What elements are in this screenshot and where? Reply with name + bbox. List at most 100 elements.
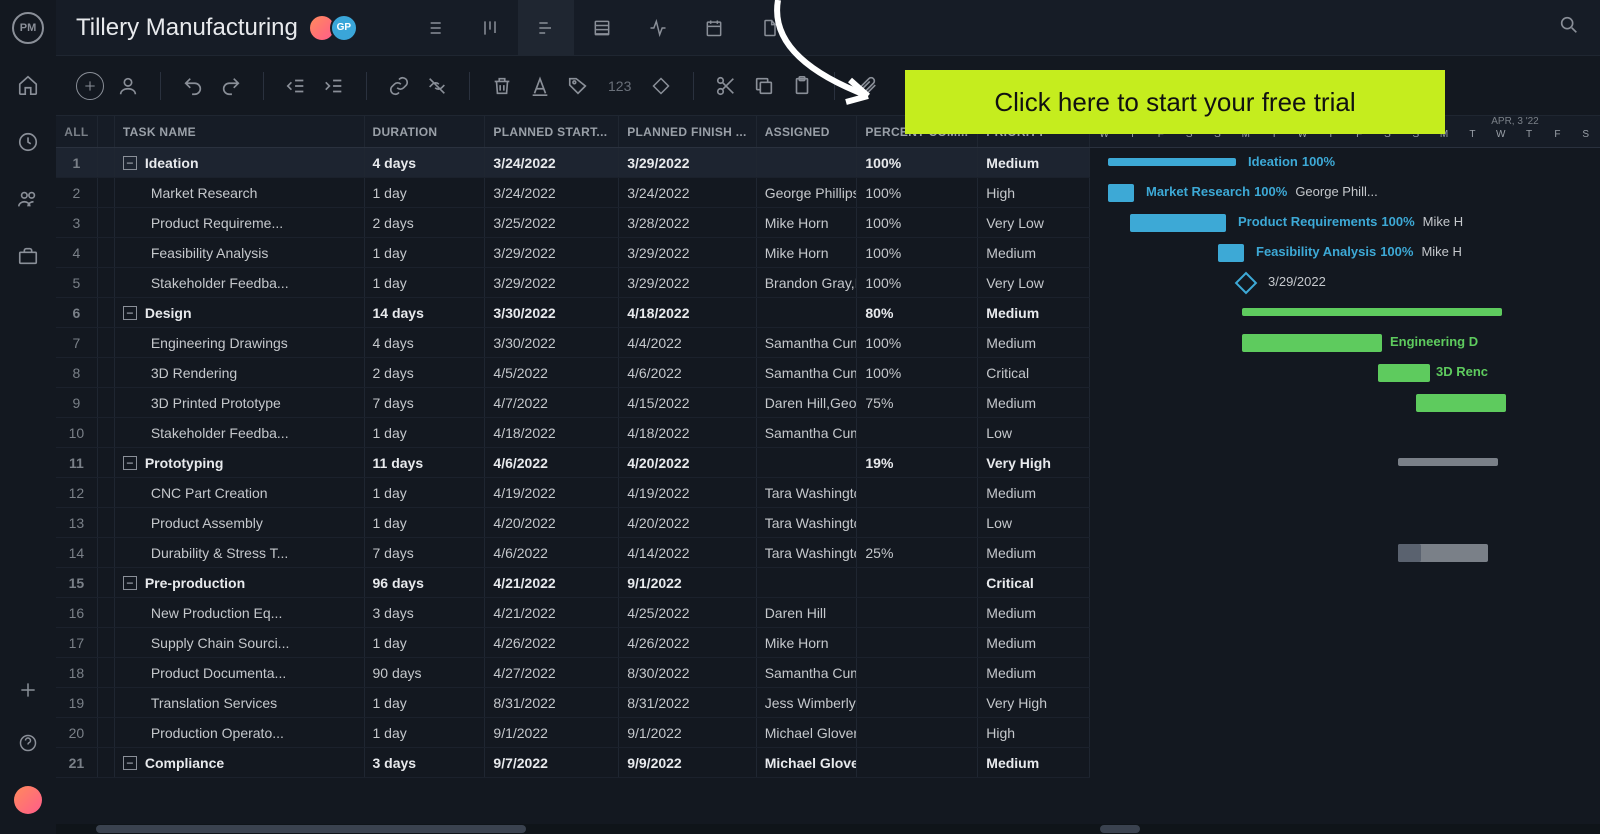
gantt-row[interactable] (1090, 598, 1600, 628)
priority-cell[interactable]: Medium (978, 538, 1090, 567)
gantt-row[interactable] (1090, 628, 1600, 658)
list-view-icon[interactable] (406, 0, 462, 56)
start-cell[interactable]: 4/5/2022 (485, 358, 619, 387)
priority-cell[interactable]: Medium (978, 298, 1090, 327)
start-cell[interactable]: 4/26/2022 (485, 628, 619, 657)
duration-cell[interactable]: 1 day (365, 268, 486, 297)
priority-cell[interactable]: Medium (978, 148, 1090, 177)
duration-cell[interactable]: 2 days (365, 208, 486, 237)
finish-cell[interactable]: 4/14/2022 (619, 538, 756, 567)
start-cell[interactable]: 4/20/2022 (485, 508, 619, 537)
gantt-bar[interactable] (1108, 184, 1134, 202)
duration-cell[interactable]: 1 day (365, 508, 486, 537)
task-name-cell[interactable]: Engineering Drawings (115, 328, 365, 357)
start-cell[interactable]: 3/29/2022 (485, 238, 619, 267)
percent-cell[interactable]: 19% (857, 448, 978, 477)
priority-cell[interactable]: Very High (978, 448, 1090, 477)
task-name-cell[interactable]: −Ideation (115, 148, 365, 177)
start-cell[interactable]: 9/7/2022 (485, 748, 619, 777)
duration-cell[interactable]: 1 day (365, 628, 486, 657)
assigned-cell[interactable]: Tara Washingto (757, 538, 858, 567)
gantt-row[interactable]: Feasibility Analysis100%Mike H (1090, 238, 1600, 268)
start-cell[interactable]: 4/6/2022 (485, 538, 619, 567)
clock-icon[interactable] (17, 131, 39, 158)
finish-cell[interactable]: 9/9/2022 (619, 748, 756, 777)
start-cell[interactable]: 4/27/2022 (485, 658, 619, 687)
col-assigned[interactable]: ASSIGNED (757, 116, 858, 147)
percent-cell[interactable]: 100% (857, 208, 978, 237)
task-row[interactable]: 14Durability & Stress T...7 days4/6/2022… (56, 538, 1090, 568)
start-cell[interactable]: 4/21/2022 (485, 568, 619, 597)
gantt-row[interactable] (1090, 478, 1600, 508)
gantt-row[interactable] (1090, 538, 1600, 568)
link-icon[interactable] (385, 72, 413, 100)
percent-cell[interactable]: 100% (857, 358, 978, 387)
duration-cell[interactable]: 14 days (365, 298, 486, 327)
start-cell[interactable]: 4/6/2022 (485, 448, 619, 477)
task-row[interactable]: 4Feasibility Analysis1 day3/29/20223/29/… (56, 238, 1090, 268)
priority-cell[interactable]: Critical (978, 568, 1090, 597)
task-name-cell[interactable]: −Design (115, 298, 365, 327)
finish-cell[interactable]: 3/29/2022 (619, 148, 756, 177)
task-name-cell[interactable]: Stakeholder Feedba... (115, 268, 365, 297)
task-row[interactable]: 1−Ideation4 days3/24/20223/29/2022100%Me… (56, 148, 1090, 178)
task-name-cell[interactable]: CNC Part Creation (115, 478, 365, 507)
finish-cell[interactable]: 9/1/2022 (619, 568, 756, 597)
gantt-row[interactable] (1090, 388, 1600, 418)
priority-cell[interactable]: High (978, 178, 1090, 207)
priority-cell[interactable]: Medium (978, 658, 1090, 687)
assigned-cell[interactable]: Tara Washingto (757, 478, 858, 507)
assigned-cell[interactable]: Samantha Cum (757, 418, 858, 447)
board-view-icon[interactable] (462, 0, 518, 56)
milestone-icon[interactable] (1235, 272, 1258, 295)
task-row[interactable]: 83D Rendering2 days4/5/20224/6/2022Saman… (56, 358, 1090, 388)
start-cell[interactable]: 4/7/2022 (485, 388, 619, 417)
task-row[interactable]: 21−Compliance3 days9/7/20229/9/2022Micha… (56, 748, 1090, 778)
task-row[interactable]: 93D Printed Prototype7 days4/7/20224/15/… (56, 388, 1090, 418)
task-row[interactable]: 7Engineering Drawings4 days3/30/20224/4/… (56, 328, 1090, 358)
percent-cell[interactable]: 100% (857, 328, 978, 357)
duration-cell[interactable]: 1 day (365, 418, 486, 447)
priority-cell[interactable]: Very High (978, 688, 1090, 717)
percent-cell[interactable]: 100% (857, 148, 978, 177)
finish-cell[interactable]: 3/29/2022 (619, 238, 756, 267)
task-row[interactable]: 3Product Requireme...2 days3/25/20223/28… (56, 208, 1090, 238)
gantt-row[interactable] (1090, 718, 1600, 748)
assigned-cell[interactable]: Daren Hill,Geor (757, 388, 858, 417)
outdent-icon[interactable] (282, 72, 310, 100)
gantt-row[interactable] (1090, 448, 1600, 478)
task-row[interactable]: 20Production Operato...1 day9/1/20229/1/… (56, 718, 1090, 748)
people-icon[interactable] (17, 188, 39, 215)
start-cell[interactable]: 3/25/2022 (485, 208, 619, 237)
task-row[interactable]: 15−Pre-production96 days4/21/20229/1/202… (56, 568, 1090, 598)
duration-cell[interactable]: 3 days (365, 748, 486, 777)
indent-icon[interactable] (320, 72, 348, 100)
finish-cell[interactable]: 4/18/2022 (619, 418, 756, 447)
finish-cell[interactable]: 3/29/2022 (619, 268, 756, 297)
diamond-icon[interactable] (647, 72, 675, 100)
priority-cell[interactable]: Medium (978, 328, 1090, 357)
gantt-bar[interactable] (1242, 308, 1502, 316)
duration-cell[interactable]: 7 days (365, 538, 486, 567)
finish-cell[interactable]: 4/6/2022 (619, 358, 756, 387)
collapse-toggle[interactable]: − (123, 456, 137, 470)
task-name-cell[interactable]: −Compliance (115, 748, 365, 777)
percent-cell[interactable] (857, 658, 978, 687)
finish-cell[interactable]: 4/26/2022 (619, 628, 756, 657)
finish-cell[interactable]: 4/15/2022 (619, 388, 756, 417)
gantt-row[interactable]: 3/29/2022 (1090, 268, 1600, 298)
duration-cell[interactable]: 11 days (365, 448, 486, 477)
task-name-cell[interactable]: Product Requireme... (115, 208, 365, 237)
free-trial-callout[interactable]: Click here to start your free trial (905, 70, 1445, 134)
priority-cell[interactable]: Low (978, 508, 1090, 537)
gantt-bar[interactable] (1108, 158, 1236, 166)
finish-cell[interactable]: 3/24/2022 (619, 178, 756, 207)
assigned-cell[interactable]: Samantha Cum (757, 658, 858, 687)
task-name-cell[interactable]: −Pre-production (115, 568, 365, 597)
assigned-cell[interactable]: Mike Horn (757, 628, 858, 657)
task-name-cell[interactable]: Product Assembly (115, 508, 365, 537)
sheet-view-icon[interactable] (574, 0, 630, 56)
gantt-bar[interactable] (1242, 334, 1382, 352)
col-finish[interactable]: PLANNED FINISH ... (619, 116, 756, 147)
start-cell[interactable]: 3/30/2022 (485, 328, 619, 357)
